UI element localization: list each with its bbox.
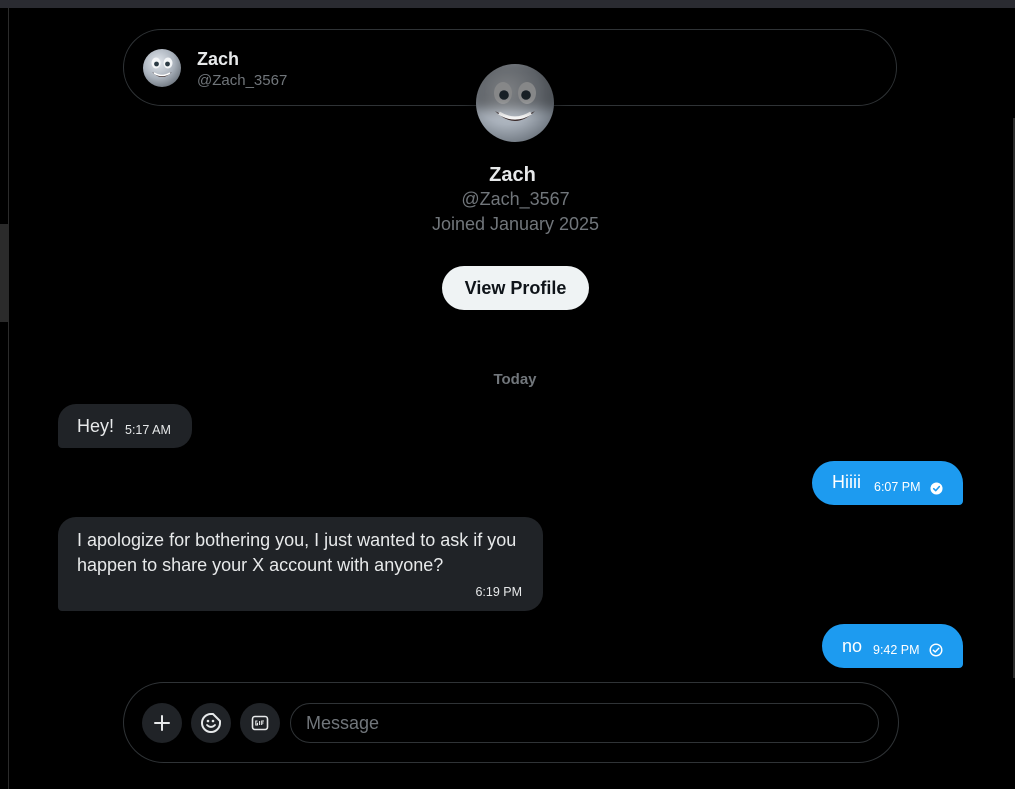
message-bubble-outgoing[interactable]: Hiiii 6:07 PM: [812, 461, 963, 505]
avatar[interactable]: [142, 48, 182, 88]
gif-button[interactable]: [240, 703, 280, 743]
sent-check-icon: [929, 643, 943, 657]
message-time: 9:42 PM: [873, 643, 920, 657]
message-bubble-outgoing[interactable]: no 9:42 PM: [822, 624, 963, 668]
view-profile-button[interactable]: View Profile: [442, 266, 589, 310]
header-blur-overlay: [470, 58, 560, 110]
gif-icon: [251, 715, 269, 731]
header-name: Zach: [197, 49, 240, 69]
profile-handle: @Zach_3567: [461, 189, 570, 209]
window-top-bar: [0, 0, 1015, 8]
emoji-icon: [201, 713, 221, 733]
header-handle: @Zach_3567: [197, 72, 288, 89]
add-attachment-button[interactable]: [142, 703, 182, 743]
message-time: 6:07 PM: [874, 480, 921, 494]
message-text: Hey!: [77, 416, 115, 436]
message-text: no: [842, 636, 863, 656]
message-text: Hiiii: [832, 472, 861, 492]
message-input[interactable]: [290, 703, 879, 743]
plus-icon: [154, 715, 170, 731]
left-panel-edge: [0, 8, 9, 789]
message-bubble-incoming[interactable]: Hey! 5:17 AM: [58, 404, 192, 448]
message-text: I apologize for bothering you, I just wa…: [77, 530, 517, 575]
message-time: 6:19 PM: [475, 585, 522, 599]
date-divider: Today: [493, 371, 537, 388]
profile-name: Zach: [489, 164, 536, 186]
message-bubble-incoming[interactable]: I apologize for bothering you, I just wa…: [58, 517, 543, 611]
profile-joined-date: Joined January 2025: [431, 214, 600, 234]
message-time: 5:17 AM: [125, 423, 171, 437]
emoji-button[interactable]: [191, 703, 231, 743]
read-check-icon: [930, 482, 943, 495]
left-scrollbar[interactable]: [0, 224, 8, 322]
